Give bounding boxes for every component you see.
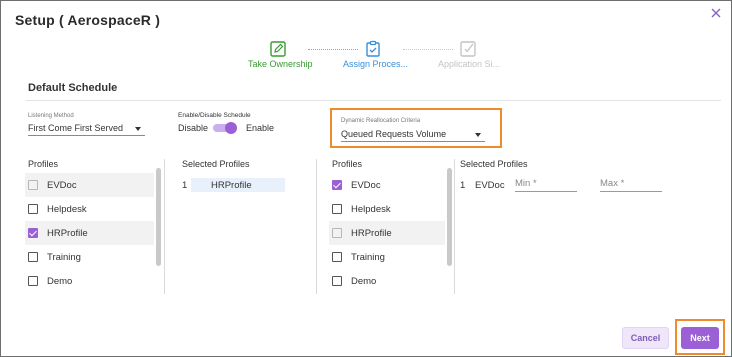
checkbox[interactable] <box>332 252 342 262</box>
selected-profile-name: HRProfile <box>211 180 252 191</box>
list-item[interactable]: HRProfile <box>25 221 154 245</box>
input-underline <box>600 191 662 192</box>
chevron-down-icon <box>135 127 141 131</box>
list-item[interactable]: EVDoc <box>329 173 445 197</box>
list-item[interactable]: Training <box>329 245 445 269</box>
dialog-title: Setup ( AerospaceR ) <box>15 12 161 28</box>
left-profiles-header: Profiles <box>28 159 59 169</box>
step-connector <box>308 49 358 50</box>
profile-label: Helpdesk <box>47 203 87 215</box>
step-connector <box>403 49 453 50</box>
listening-method-value: First Come First Served <box>28 123 124 133</box>
left-profiles-list: EVDoc Helpdesk HRProfile Training Demo <box>25 173 154 293</box>
checkbox[interactable] <box>28 180 38 190</box>
reallocation-label: Dynamic Reallocation Criteria <box>341 118 421 124</box>
list-item[interactable]: Helpdesk <box>25 197 154 221</box>
right-selected-header: Selected Profiles <box>460 159 528 169</box>
profile-label: HRProfile <box>47 227 88 239</box>
column-divider <box>164 159 165 294</box>
listening-method-select[interactable]: Listening Method First Come First Served <box>28 113 145 136</box>
toggle-thumb <box>225 122 237 134</box>
selected-index: 1 <box>182 180 188 191</box>
checkbox[interactable] <box>332 276 342 286</box>
step-take-ownership[interactable]: Take Ownership <box>248 59 313 69</box>
clipboard-check-icon <box>366 40 380 57</box>
min-input[interactable]: Min * <box>515 175 577 192</box>
listening-method-label: Listening Method <box>28 113 74 119</box>
checkbox-checked[interactable] <box>332 180 342 190</box>
max-placeholder: Max * <box>600 178 625 189</box>
cancel-button[interactable]: Cancel <box>622 327 669 349</box>
edit-icon <box>270 41 286 57</box>
profile-label: HRProfile <box>351 227 392 239</box>
profile-label: EVDoc <box>47 179 77 191</box>
checkbox[interactable] <box>332 228 342 238</box>
right-profiles-header: Profiles <box>332 159 363 169</box>
next-button[interactable]: Next <box>681 327 719 349</box>
reallocation-value: Queued Requests Volume <box>341 129 447 139</box>
select-underline <box>28 135 145 136</box>
profile-label: Training <box>47 251 81 263</box>
list-item[interactable]: HRProfile <box>329 221 445 245</box>
list-item[interactable]: Training <box>25 245 154 269</box>
reallocation-select[interactable]: Dynamic Reallocation Criteria Queued Req… <box>341 118 485 142</box>
checkbox[interactable] <box>28 252 38 262</box>
edit-check-icon <box>460 41 476 57</box>
schedule-toggle-label: Enable/Disable Schedule <box>178 112 251 119</box>
toggle-on-label: Enable <box>246 123 275 133</box>
profile-label: Helpdesk <box>351 203 391 215</box>
step-application-si: Application Si... <box>438 59 501 69</box>
left-list-scrollbar[interactable] <box>156 168 161 266</box>
schedule-toggle[interactable] <box>212 122 238 134</box>
checkbox-checked[interactable] <box>28 228 38 238</box>
checkbox[interactable] <box>332 204 342 214</box>
list-item[interactable]: EVDoc <box>25 173 154 197</box>
profile-label: Training <box>351 251 385 263</box>
right-profiles-list: EVDoc Helpdesk HRProfile Training Demo <box>329 173 445 293</box>
profile-label: Demo <box>351 275 377 287</box>
list-item[interactable]: Demo <box>329 269 445 293</box>
toggle-off-label: Disable <box>178 123 209 133</box>
chevron-down-icon <box>475 133 481 137</box>
step-assign-process[interactable]: Assign Proces... <box>343 59 408 69</box>
profile-label: Demo <box>47 275 73 287</box>
right-list-scrollbar[interactable] <box>447 168 452 266</box>
panel-divider <box>316 159 317 294</box>
section-title: Default Schedule <box>28 82 118 94</box>
section-divider <box>26 100 721 101</box>
column-divider <box>454 159 455 294</box>
selected-profile-name: EVDoc <box>475 180 505 191</box>
list-item[interactable]: Helpdesk <box>329 197 445 221</box>
checkbox[interactable] <box>28 276 38 286</box>
selected-profile-chip[interactable]: HRProfile <box>191 178 285 192</box>
selected-index: 1 <box>460 180 466 191</box>
profile-label: EVDoc <box>351 179 381 191</box>
checkbox[interactable] <box>28 204 38 214</box>
setup-dialog: Setup ( AerospaceR ) Take Ownership Assi… <box>0 0 732 357</box>
input-underline <box>515 191 577 192</box>
left-selected-header: Selected Profiles <box>182 159 250 169</box>
select-underline <box>341 141 485 142</box>
close-icon[interactable] <box>709 6 723 20</box>
list-item[interactable]: Demo <box>25 269 154 293</box>
min-placeholder: Min * <box>515 178 537 189</box>
max-input[interactable]: Max * <box>600 175 662 192</box>
